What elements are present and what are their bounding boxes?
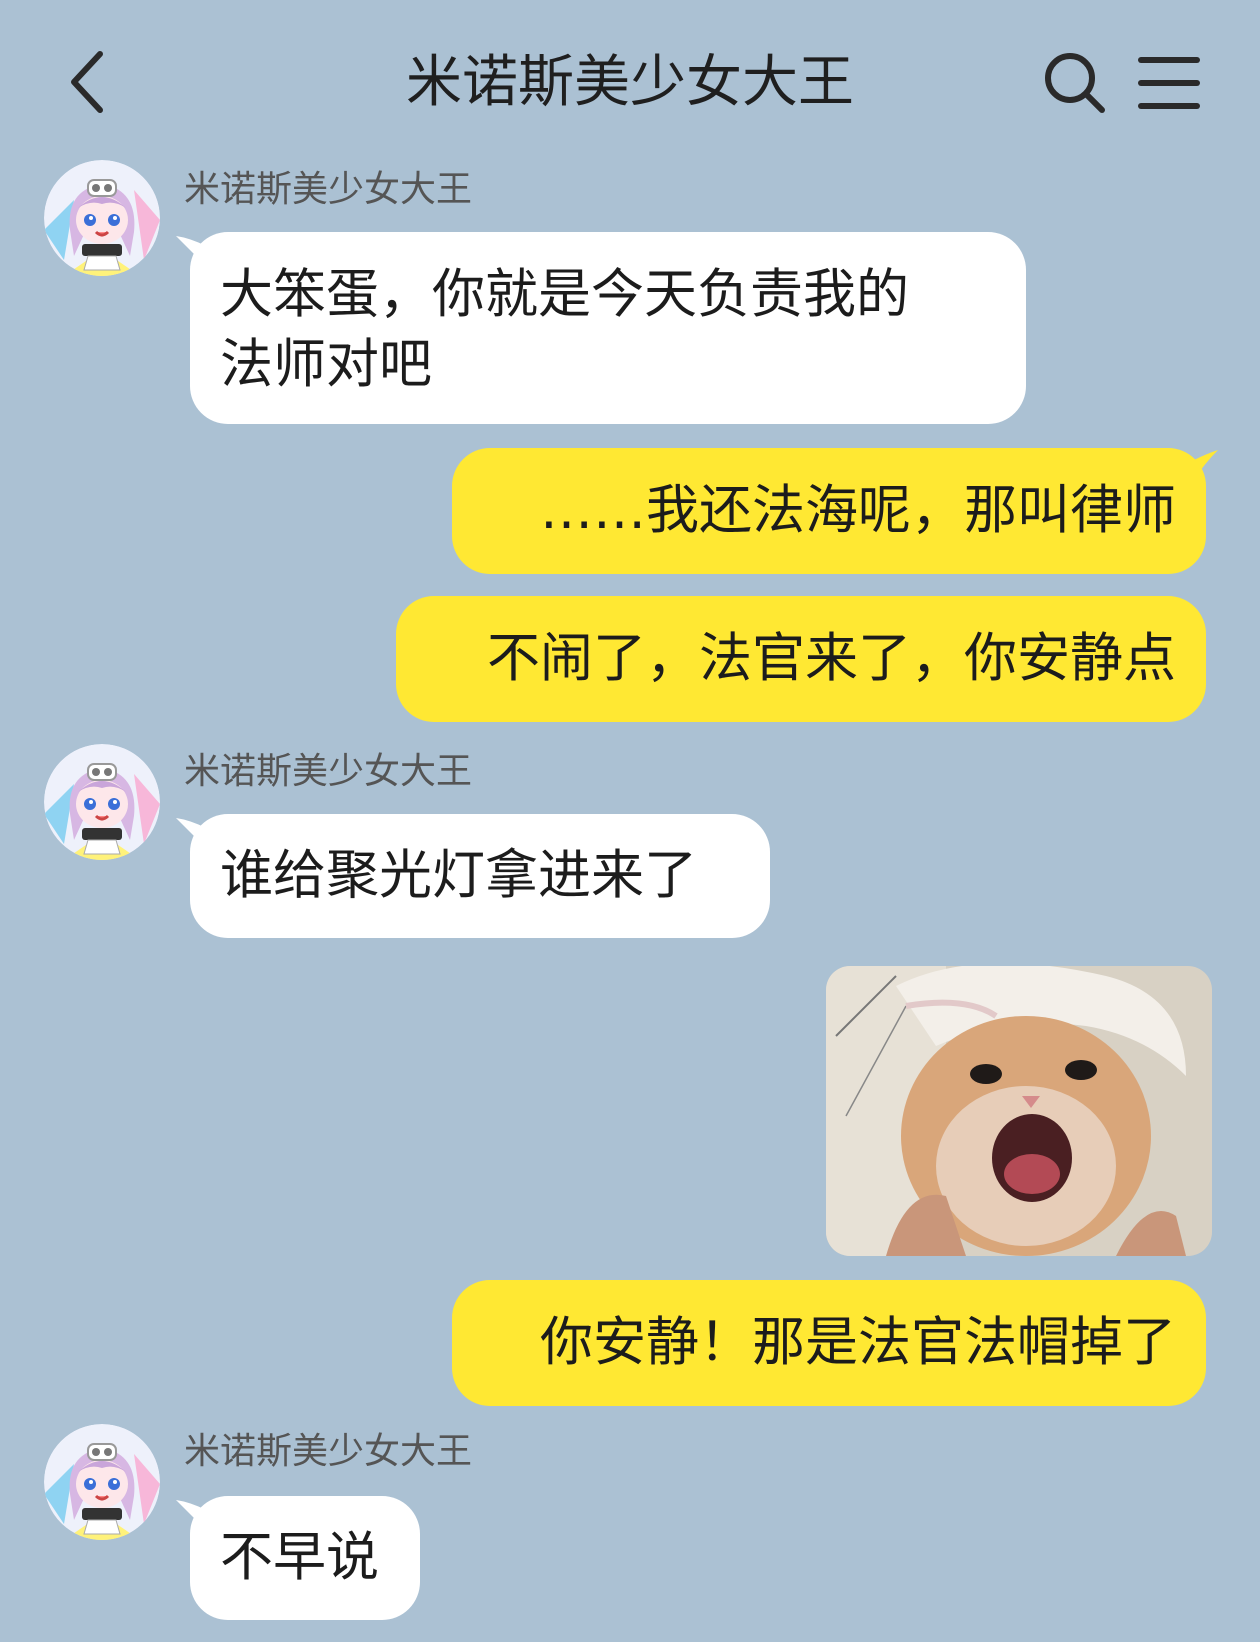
search-button[interactable] <box>1040 48 1110 118</box>
message-text: 不闹了，法官来了，你安静点 <box>487 628 1176 689</box>
sender-avatar[interactable] <box>44 1424 160 1540</box>
outgoing-message-bubble[interactable]: ……我还法海呢，那叫律师 <box>452 448 1206 574</box>
sender-avatar[interactable] <box>44 160 160 276</box>
incoming-message-bubble[interactable]: 谁给聚光灯拿进来了 <box>190 814 770 938</box>
search-icon <box>1045 53 1105 113</box>
screaming-kitten-image <box>826 966 1212 1256</box>
outgoing-message-bubble[interactable]: 不闹了，法官来了，你安静点 <box>396 596 1206 722</box>
message-text: 你安静！那是法官法帽掉了 <box>540 1312 1176 1373</box>
sender-name: 米诺斯美少女大王 <box>184 751 473 792</box>
message-text: 谁给聚光灯拿进来了 <box>220 845 697 906</box>
chat-header: 米诺斯美少女大王 <box>0 0 1260 160</box>
hamburger-menu-icon <box>1138 57 1200 109</box>
sender-name: 米诺斯美少女大王 <box>184 169 473 210</box>
message-text: 不早说 <box>220 1527 379 1588</box>
message-text-line: 大笨蛋，你就是今天负责我的 <box>220 264 909 325</box>
incoming-message-bubble[interactable]: 不早说 <box>190 1496 420 1620</box>
incoming-message-bubble[interactable]: 大笨蛋，你就是今天负责我的 法师对吧 <box>190 232 1026 424</box>
sender-avatar[interactable] <box>44 744 160 860</box>
kitten-meme-image[interactable] <box>826 966 1212 1256</box>
message-text-line: 法师对吧 <box>220 334 432 395</box>
outgoing-message-bubble[interactable]: 你安静！那是法官法帽掉了 <box>452 1280 1206 1406</box>
menu-button[interactable] <box>1135 52 1205 114</box>
sender-name: 米诺斯美少女大王 <box>184 1431 473 1472</box>
message-text: ……我还法海呢，那叫律师 <box>540 480 1176 541</box>
